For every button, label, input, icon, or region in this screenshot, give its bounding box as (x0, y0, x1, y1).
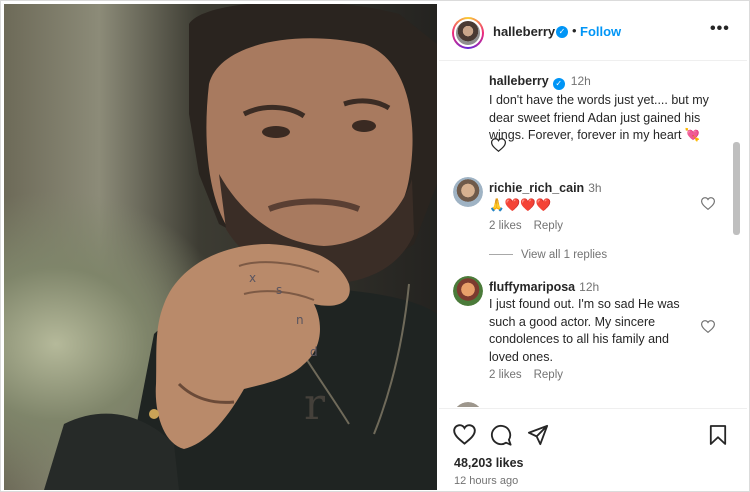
comment-time[interactable]: 12h (579, 280, 599, 294)
comment-username[interactable]: fluffymariposa (489, 280, 575, 294)
svg-text:s: s (276, 283, 282, 297)
post-header: halleberry ✓ • Follow ••• (439, 4, 747, 61)
caption-text: I don't have the words just yet.... but … (489, 93, 709, 142)
comment-time[interactable]: 3h (588, 181, 601, 195)
comment-likes[interactable]: 2 likes (489, 220, 522, 232)
comment-text: 🙏❤️❤️❤️ (489, 198, 552, 212)
commenter-avatar[interactable] (453, 402, 483, 407)
post-photo[interactable]: r x s n d (4, 4, 437, 490)
follow-button[interactable]: Follow (580, 24, 621, 39)
comments-scrollbar[interactable] (733, 142, 740, 235)
caption-username[interactable]: halleberry (489, 74, 549, 88)
heart-icon[interactable] (453, 424, 476, 445)
likes-count[interactable]: 48,203 likes (454, 456, 524, 470)
svg-text:r: r (304, 379, 326, 430)
author-username[interactable]: halleberry (493, 24, 555, 39)
caption-time[interactable]: 12h (571, 74, 591, 88)
comments-section[interactable]: halleberry ✓ 12h I don't have the words ju… (439, 62, 747, 407)
comment-text: I just found out. I'm so sad He was such… (489, 297, 680, 364)
post-side-panel: halleberry ✓ • Follow ••• halleberry ✓ 12h… (439, 4, 747, 490)
verified-badge-icon: ✓ (552, 78, 565, 90)
share-icon[interactable] (527, 424, 549, 446)
heart-icon[interactable] (701, 197, 715, 210)
reply-button[interactable]: Reply (534, 220, 563, 232)
svg-text:x: x (249, 271, 256, 285)
commenter-avatar[interactable] (453, 276, 483, 306)
header-separator: • (572, 23, 577, 38)
verified-badge-icon: ✓ (556, 26, 568, 38)
caption-author-avatar[interactable] (453, 70, 483, 100)
post-dialog: r x s n d halleberry ✓ • Follow ••• hall… (0, 0, 750, 492)
svg-text:d: d (310, 345, 318, 359)
comment-icon[interactable] (490, 424, 512, 446)
view-replies-label: View all 1 replies (521, 249, 608, 261)
bookmark-icon[interactable] (709, 424, 727, 446)
replies-divider (489, 254, 513, 256)
reply-button[interactable]: Reply (534, 369, 563, 381)
commenter-avatar[interactable] (453, 177, 483, 207)
post-timestamp[interactable]: 12 hours ago (454, 475, 518, 487)
view-replies-button[interactable]: View all 1 replies (489, 249, 607, 261)
svg-text:n: n (296, 313, 304, 327)
more-options-icon[interactable]: ••• (710, 20, 730, 38)
post-actions: 48,203 likes 12 hours ago (439, 408, 747, 490)
comment-username[interactable]: richie_rich_cain (489, 181, 584, 195)
caption-heart-icon (491, 138, 506, 152)
post-photo-illustration: r x s n d (44, 4, 437, 490)
comment-likes[interactable]: 2 likes (489, 369, 522, 381)
heart-icon[interactable] (701, 320, 715, 333)
author-avatar[interactable] (452, 17, 484, 49)
